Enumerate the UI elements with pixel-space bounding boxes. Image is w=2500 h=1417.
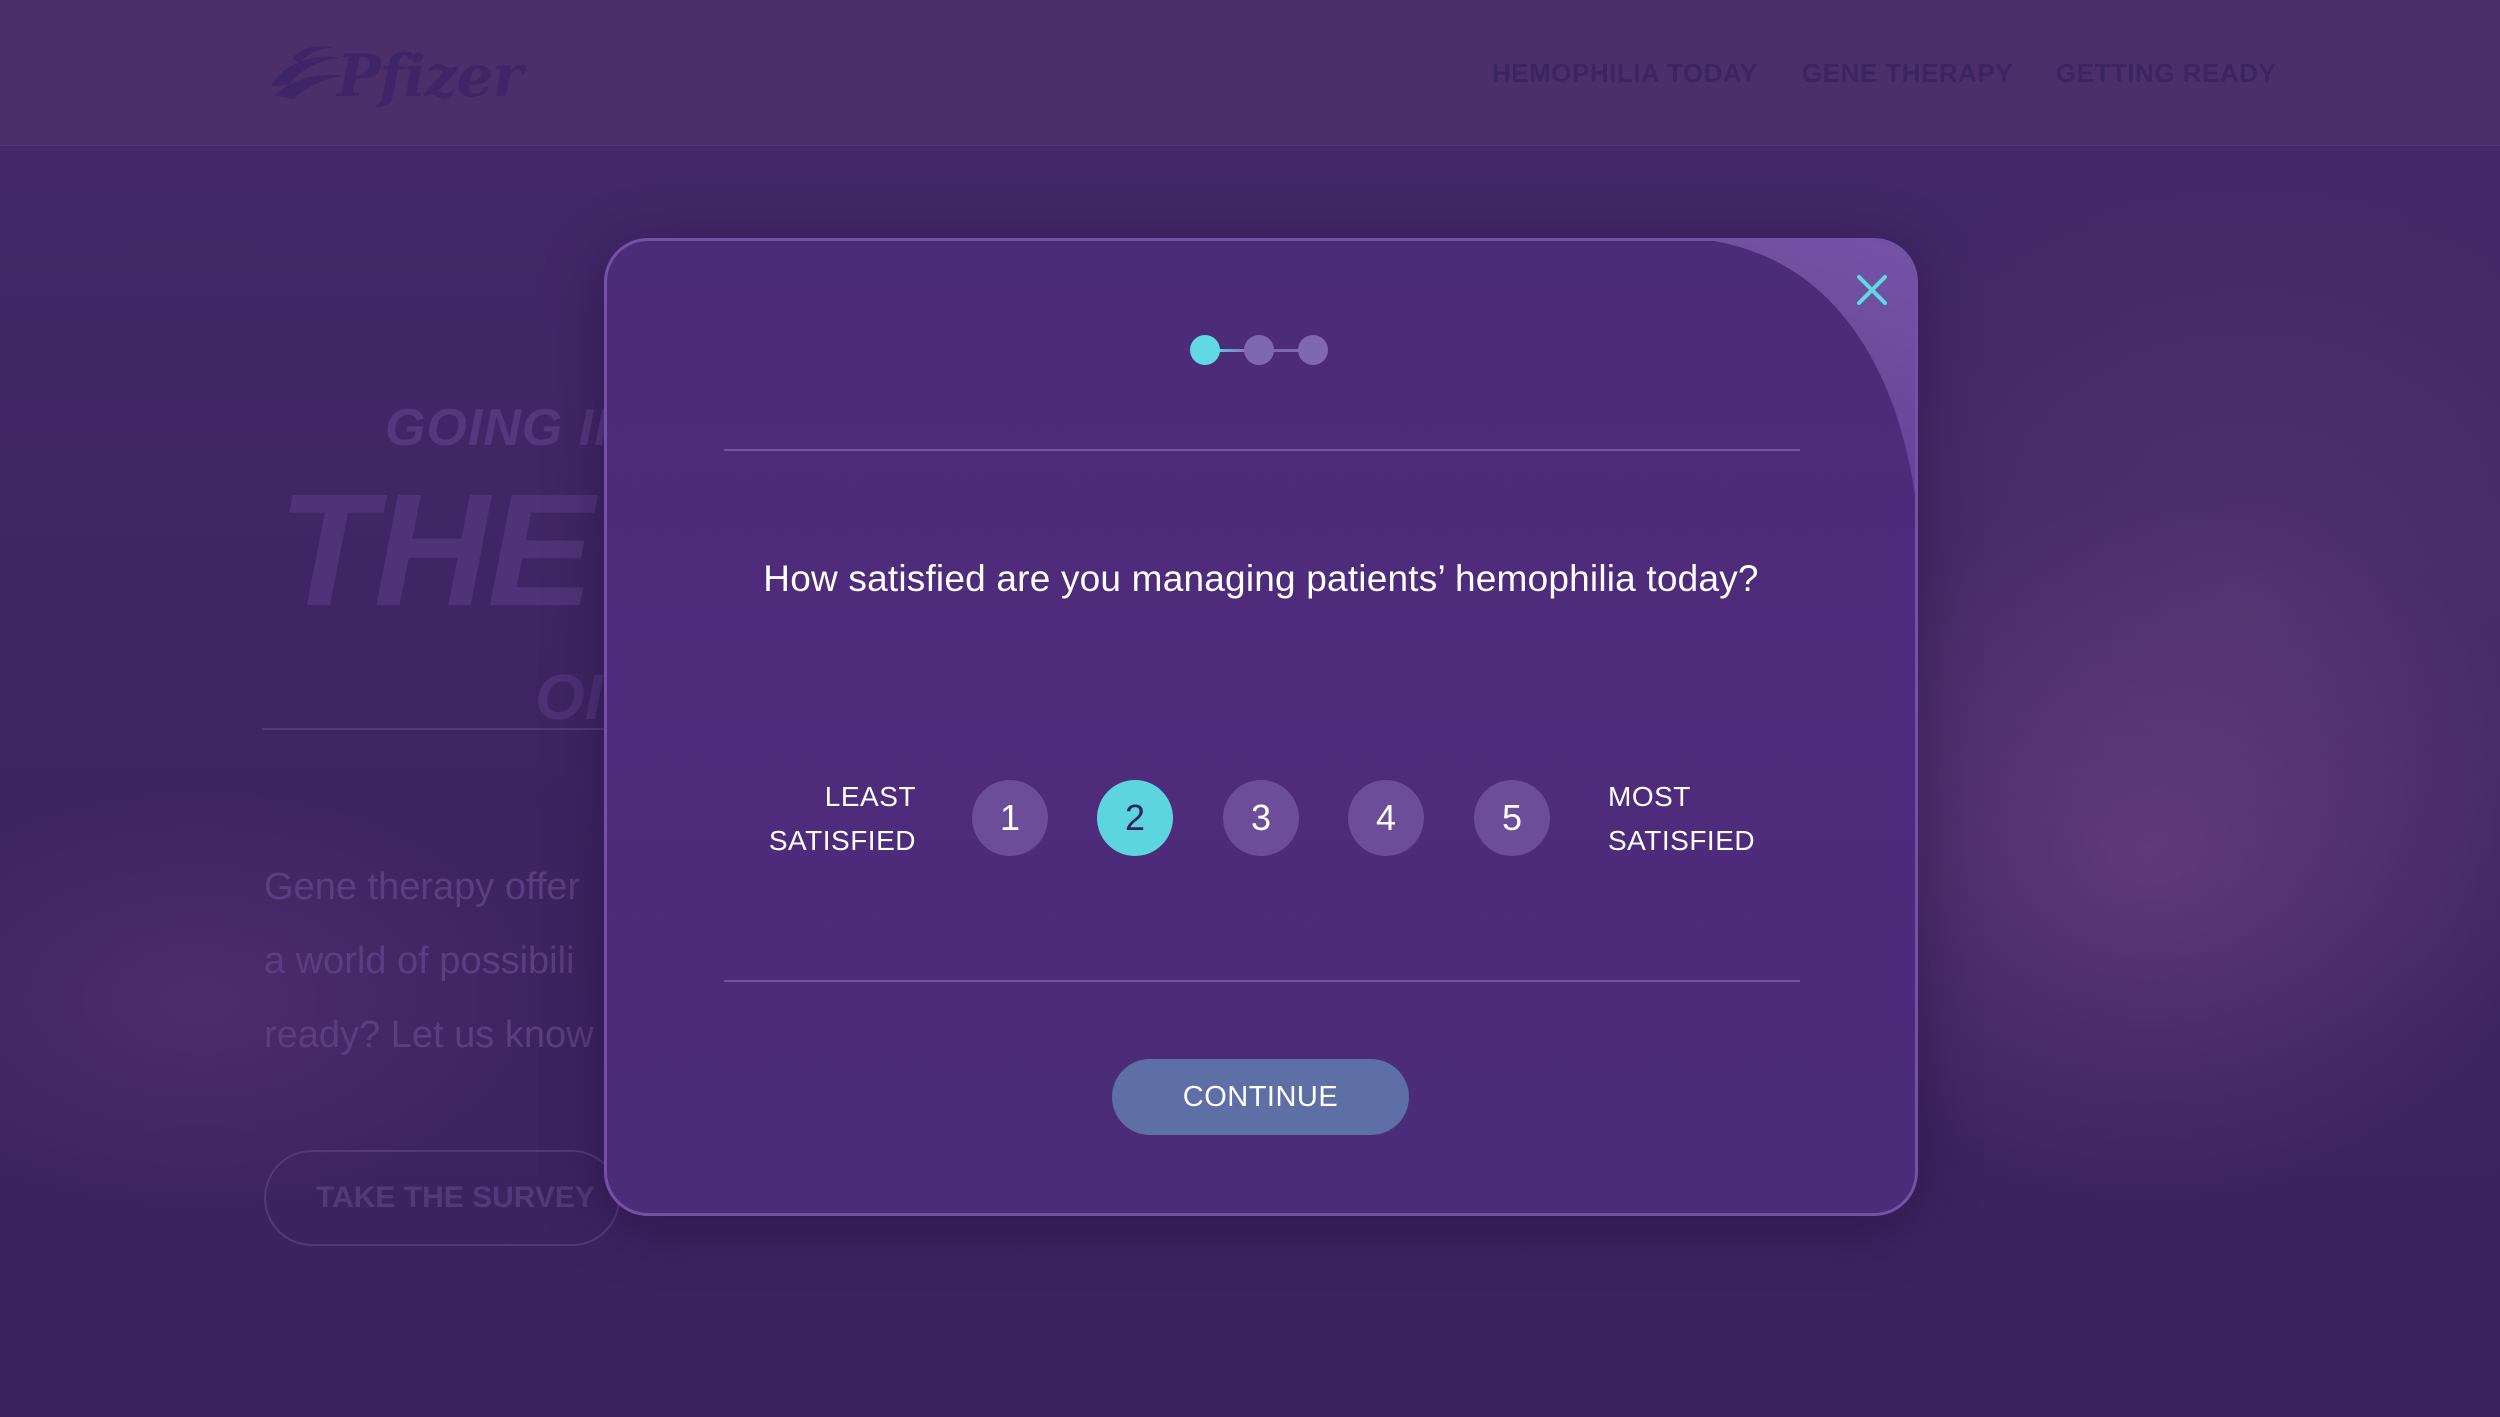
top-divider [724, 449, 1800, 451]
hero-body-line: a world of possibili [264, 940, 575, 982]
most-label-line: SATISFIED [1608, 825, 1756, 856]
rating-option-2[interactable]: 2 [1097, 780, 1173, 856]
most-satisfied-label: MOST SATISFIED [1608, 775, 1808, 863]
step-1-dot [1190, 335, 1220, 365]
least-satisfied-label: LEAST SATISFIED [740, 775, 916, 863]
progress-stepper [1190, 332, 1330, 368]
least-label-line: LEAST [824, 781, 916, 812]
rating-option-3[interactable]: 3 [1223, 780, 1299, 856]
take-survey-button[interactable]: TAKE THE SURVEY [264, 1150, 620, 1246]
continue-button[interactable]: CONTINUE [1112, 1059, 1409, 1135]
hero-body-line: ready? Let us know [264, 1014, 594, 1056]
rating-option-1[interactable]: 1 [972, 780, 1048, 856]
survey-question: How satisfied are you managing patients’… [763, 558, 1759, 599]
close-icon [1857, 275, 1887, 305]
hero-body-line: Gene therapy offer [264, 866, 581, 908]
most-label-line: MOST [1608, 781, 1691, 812]
rating-option-4[interactable]: 4 [1348, 780, 1424, 856]
rating-option-5[interactable]: 5 [1474, 780, 1550, 856]
least-label-line: SATISFIED [768, 825, 916, 856]
hero-body-text: Gene therapy offer a world of possibili … [264, 850, 624, 1072]
step-2-dot [1244, 335, 1274, 365]
hero-kicker: GOING IN [385, 399, 633, 457]
bottom-divider [724, 980, 1800, 982]
hero-divider [262, 728, 642, 730]
close-button[interactable] [1846, 264, 1898, 316]
hero-subheadline: OI [535, 661, 603, 733]
step-3-dot [1298, 335, 1328, 365]
hero-headline: THE [278, 460, 594, 639]
